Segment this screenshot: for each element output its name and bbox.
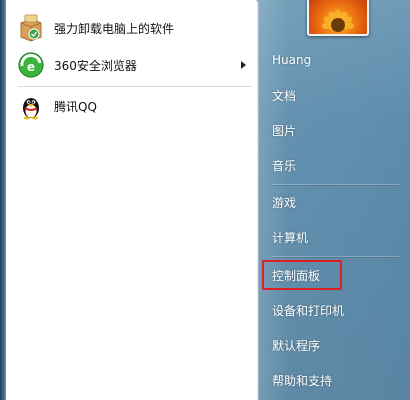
places-item-label: 设备和打印机 [272, 303, 345, 318]
places-item-label: 图片 [272, 123, 297, 138]
places-item-label: Huang [272, 53, 312, 67]
uninstaller-box-icon [16, 13, 46, 43]
places-item-label: 游戏 [272, 195, 297, 210]
user-picture[interactable] [307, 0, 369, 36]
places-item-label: 帮助和支持 [272, 373, 333, 388]
places-item-user[interactable]: Huang [266, 47, 404, 73]
qq-penguin-icon [16, 91, 46, 121]
program-item-qq[interactable]: 腾讯QQ [10, 88, 254, 124]
places-item-default-programs[interactable]: 默认程序 [266, 332, 404, 358]
divider [271, 184, 399, 185]
places-item-music[interactable]: 音乐 [266, 152, 404, 178]
places-item-help-support[interactable]: 帮助和支持 [266, 367, 404, 393]
places-pane: Huang 文档 图片 音乐 游戏 计算机 控制面板 设备和打印机 默认程序 帮… [259, 0, 410, 400]
places-item-label: 音乐 [272, 158, 297, 173]
submenu-arrow-icon[interactable] [241, 61, 246, 69]
places-item-devices-printers[interactable]: 设备和打印机 [266, 297, 404, 323]
divider [18, 86, 252, 87]
places-item-documents[interactable]: 文档 [266, 82, 404, 108]
places-item-games[interactable]: 游戏 [266, 189, 404, 215]
highlight-box [262, 260, 342, 290]
places-item-computer[interactable]: 计算机 [266, 224, 404, 250]
browser-360-icon: e [16, 50, 46, 80]
program-item-uninstaller[interactable]: 强力卸载电脑上的软件 [10, 10, 254, 46]
divider [271, 256, 399, 257]
places-item-label: 文档 [272, 88, 297, 103]
places-item-label: 计算机 [272, 230, 309, 245]
program-label: 腾讯QQ [54, 99, 97, 114]
places-item-label: 默认程序 [272, 338, 321, 353]
program-label: 360安全浏览器 [54, 58, 137, 73]
program-label: 强力卸载电脑上的软件 [54, 21, 175, 36]
svg-text:e: e [27, 60, 35, 74]
programs-pane: 强力卸载电脑上的软件 e 360安全浏览器 腾讯QQ [6, 0, 259, 400]
places-item-pictures[interactable]: 图片 [266, 117, 404, 143]
program-item-360-browser[interactable]: e 360安全浏览器 [10, 47, 254, 83]
